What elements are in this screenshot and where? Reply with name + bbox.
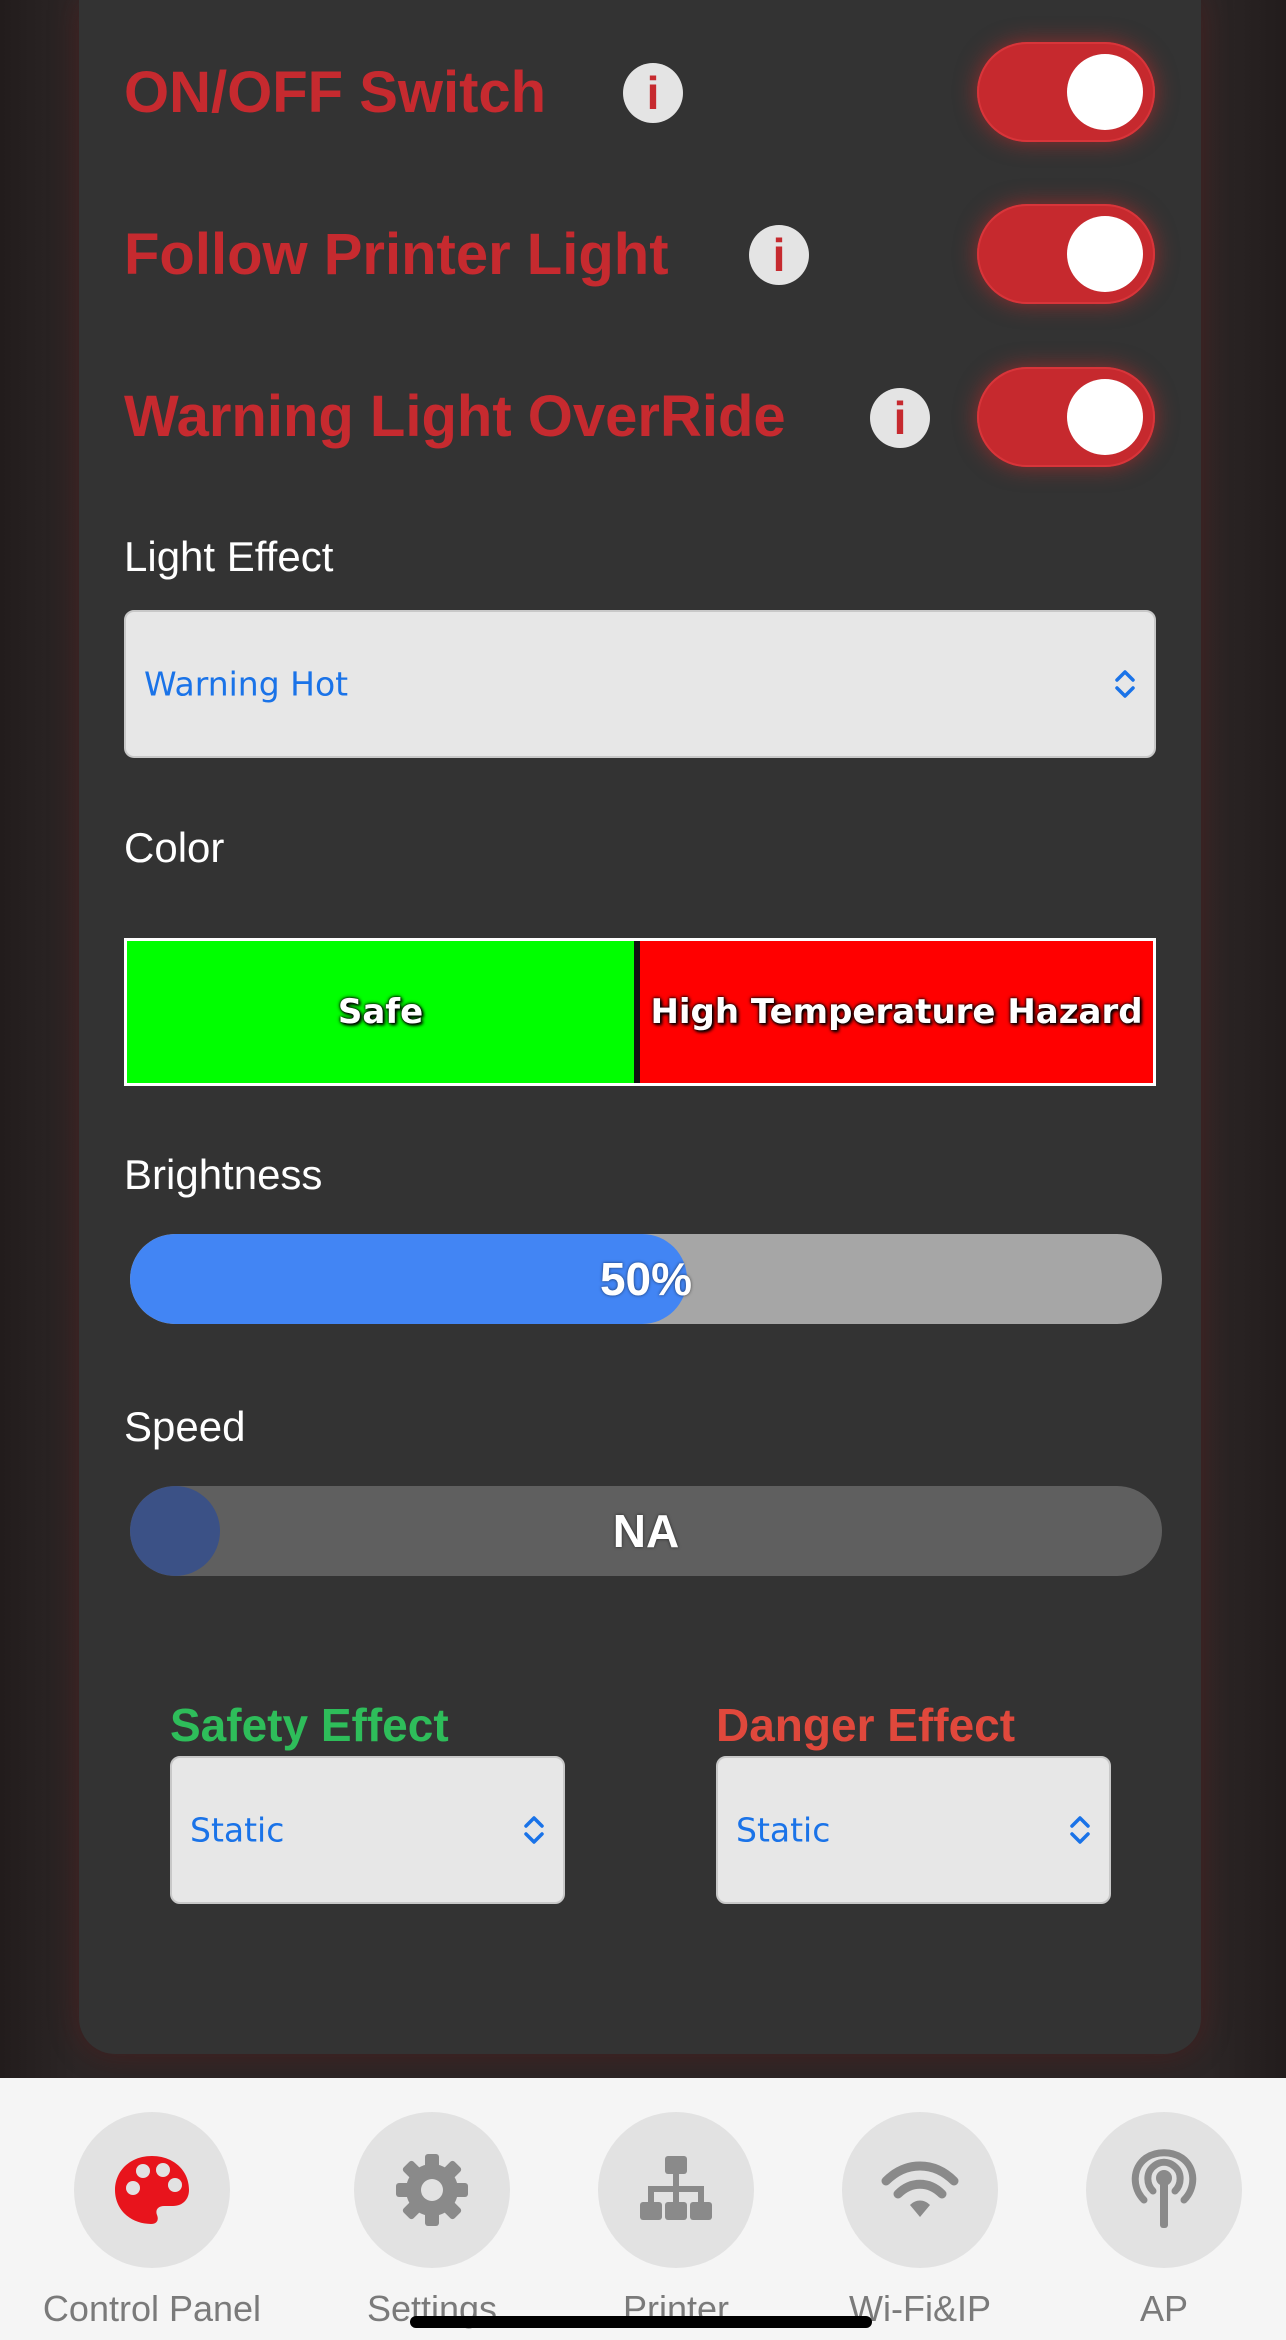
chevron-updown-icon bbox=[1115, 670, 1135, 698]
tab-icon-circle bbox=[1086, 2112, 1242, 2268]
gear-icon bbox=[396, 2154, 468, 2226]
speed-label: Speed bbox=[124, 1403, 246, 1450]
segment-label: Safe bbox=[337, 992, 424, 1032]
toggle-knob bbox=[1067, 216, 1143, 292]
color-label: Color bbox=[124, 824, 225, 871]
toggle-knob bbox=[1067, 379, 1143, 455]
speed-slider[interactable]: NA bbox=[130, 1486, 1162, 1576]
on-off-info-icon[interactable]: i bbox=[623, 63, 683, 123]
palette-icon bbox=[115, 2156, 189, 2224]
brightness-label: Brightness bbox=[124, 1151, 323, 1198]
danger-effect-select[interactable]: Static bbox=[716, 1756, 1111, 1904]
tab-label: Control Panel bbox=[42, 2288, 262, 2329]
light-effect-value: Warning Hot bbox=[144, 664, 349, 704]
color-segment-safe[interactable]: Safe bbox=[127, 941, 640, 1083]
home-indicator bbox=[410, 2316, 872, 2328]
segment-label: High Temperature Hazard bbox=[650, 992, 1143, 1032]
light-effect-label: Light Effect bbox=[124, 533, 334, 580]
follow-printer-light-label: Follow Printer Light bbox=[124, 222, 669, 287]
tab-label: AP bbox=[1139, 2288, 1189, 2329]
chevron-updown-icon bbox=[1070, 1816, 1090, 1844]
light-effect-select[interactable]: Warning Hot bbox=[124, 610, 1156, 758]
on-off-switch-label: ON/OFF Switch bbox=[124, 60, 547, 125]
tab-icon-circle bbox=[842, 2112, 998, 2268]
brightness-slider[interactable]: 50% bbox=[130, 1234, 1162, 1324]
danger-effect-value: Static bbox=[736, 1810, 831, 1850]
warning-override-info-icon[interactable]: i bbox=[870, 388, 930, 448]
follow-printer-info-icon[interactable]: i bbox=[749, 225, 809, 285]
tab-icon-circle bbox=[354, 2112, 510, 2268]
warning-light-override-toggle[interactable] bbox=[977, 367, 1155, 467]
tab-icon-circle bbox=[74, 2112, 230, 2268]
danger-effect-label: Danger Effect bbox=[716, 1699, 1016, 1751]
warning-light-override-label: Warning Light OverRide bbox=[124, 384, 786, 449]
wifi-icon bbox=[881, 2161, 959, 2217]
bottom-tab-bar: Control Panel Settings Printer Wi-Fi&IP … bbox=[0, 2078, 1286, 2340]
tab-icon-circle bbox=[598, 2112, 754, 2268]
brightness-value: 50% bbox=[599, 1253, 693, 1305]
speed-value: NA bbox=[612, 1505, 680, 1557]
antenna-icon bbox=[1131, 2149, 1197, 2228]
on-off-toggle[interactable] bbox=[977, 42, 1155, 142]
safety-effect-label: Safety Effect bbox=[170, 1699, 449, 1751]
chevron-updown-icon bbox=[524, 1816, 544, 1844]
color-segment-hazard[interactable]: High Temperature Hazard bbox=[640, 941, 1153, 1083]
color-bar: Safe High Temperature Hazard bbox=[124, 938, 1156, 1086]
follow-printer-light-toggle[interactable] bbox=[977, 204, 1155, 304]
safety-effect-value: Static bbox=[190, 1810, 285, 1850]
toggle-knob bbox=[1067, 54, 1143, 130]
network-icon bbox=[640, 2156, 712, 2220]
safety-effect-select[interactable]: Static bbox=[170, 1756, 565, 1904]
